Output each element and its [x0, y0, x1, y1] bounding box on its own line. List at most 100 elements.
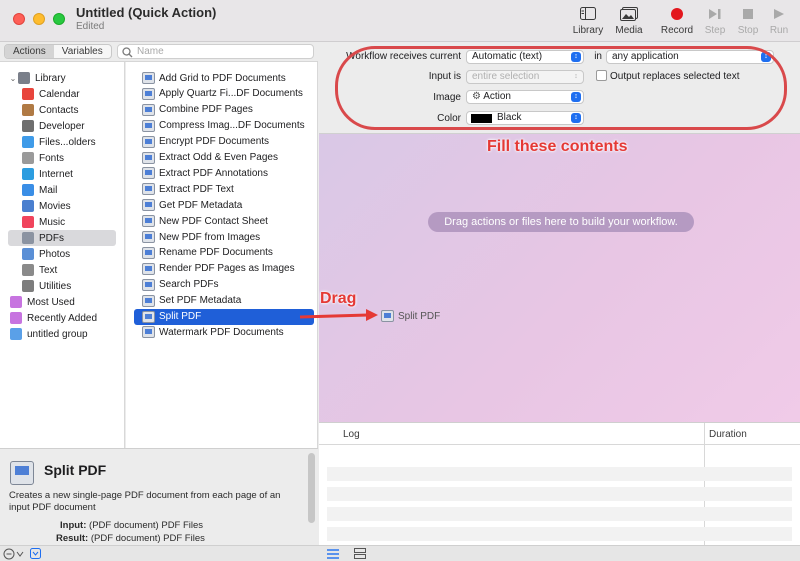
record-toolbar-button[interactable]: Record	[657, 4, 697, 36]
pdf-action-icon	[142, 231, 155, 243]
fonts-icon	[22, 152, 34, 164]
title-bar: Untitled (Quick Action) Edited Library M…	[0, 0, 800, 42]
media-toolbar-button[interactable]: Media	[609, 4, 649, 36]
action-item-combine-pdf-pages[interactable]: Combine PDF Pages	[134, 102, 314, 118]
action-item-label: Set PDF Metadata	[159, 295, 242, 307]
image-value: Action	[483, 91, 511, 102]
log-row	[327, 527, 792, 541]
minimize-window-button[interactable]	[33, 13, 45, 25]
smart-folder-icon	[10, 312, 22, 324]
action-item-label: Extract PDF Annotations	[159, 167, 268, 179]
actions-tab[interactable]: Actions	[5, 45, 54, 58]
input-label: Input:	[60, 520, 87, 531]
action-item-encrypt-pdf-documents[interactable]: Encrypt PDF Documents	[134, 134, 314, 150]
action-item-label: Compress Imag...DF Documents	[159, 120, 305, 132]
duration-column-header[interactable]: Duration	[709, 429, 747, 440]
dragged-action-ghost: Split PDF	[381, 310, 440, 322]
library-item-label: Most Used	[27, 296, 75, 308]
pdf-action-icon	[142, 215, 155, 228]
action-item-label: New PDF from Images	[159, 231, 261, 243]
action-item-label: Watermark PDF Documents	[159, 326, 284, 338]
pdf-action-icon	[142, 167, 155, 180]
action-item-render-pdf-pages-as-images[interactable]: Render PDF Pages as Images	[134, 261, 314, 277]
zoom-window-button[interactable]	[53, 13, 65, 25]
library-item-mail[interactable]: Mail	[0, 182, 125, 198]
search-input[interactable]: Name	[117, 44, 314, 59]
close-window-button[interactable]	[13, 13, 25, 25]
library-item-movies[interactable]: Movies	[0, 198, 125, 214]
library-item-recently-added[interactable]: Recently Added	[0, 310, 125, 326]
application-popup[interactable]: any application ↕	[606, 50, 774, 64]
input-is-popup[interactable]: entire selection ↕	[466, 70, 584, 84]
music-icon	[22, 216, 34, 228]
action-item-new-pdf-contact-sheet[interactable]: New PDF Contact Sheet	[134, 213, 314, 229]
drag-annotation: Drag	[320, 290, 357, 307]
library-item-untitled-group[interactable]: untitled group	[0, 326, 125, 342]
variables-tab[interactable]: Variables	[54, 45, 111, 58]
image-popup[interactable]: ⚙ Action ↕	[466, 90, 584, 104]
image-label: Image	[433, 92, 461, 103]
description-toggle-icon[interactable]	[30, 548, 41, 559]
library-item-photos[interactable]: Photos	[0, 246, 125, 262]
run-toolbar-button[interactable]: Run	[759, 4, 799, 36]
receives-popup[interactable]: Automatic (text) ↕	[466, 50, 584, 64]
receives-label: Workflow receives current	[346, 51, 461, 62]
library-item-internet[interactable]: Internet	[0, 166, 125, 182]
library-icon	[18, 72, 30, 84]
action-item-compress-imag-df-documents[interactable]: Compress Imag...DF Documents	[134, 118, 314, 134]
library-item-label: Fonts	[39, 152, 65, 164]
disclosure-icon[interactable]: ⌄	[8, 74, 18, 83]
workflow-canvas[interactable]	[319, 134, 800, 422]
calendar-icon	[22, 88, 34, 100]
input-is-value: entire selection	[472, 71, 540, 82]
action-item-add-grid-to-pdf-documents[interactable]: Add Grid to PDF Documents	[134, 70, 314, 86]
library-item-label: Contacts	[39, 104, 79, 116]
log-panel: Log Duration	[319, 422, 800, 546]
library-item-utilities[interactable]: Utilities	[0, 278, 125, 294]
library-item-text[interactable]: Text	[0, 262, 125, 278]
description-scrollbar[interactable]	[308, 453, 315, 523]
log-row	[327, 467, 792, 481]
application-value: any application	[612, 51, 679, 62]
output-replaces-checkbox[interactable]	[596, 70, 607, 81]
action-item-extract-pdf-text[interactable]: Extract PDF Text	[134, 181, 314, 197]
action-item-watermark-pdf-documents[interactable]: Watermark PDF Documents	[134, 324, 314, 340]
split-view-icon[interactable]	[354, 548, 366, 559]
action-item-new-pdf-from-images[interactable]: New PDF from Images	[134, 229, 314, 245]
library-item-files-olders[interactable]: Files...olders	[0, 134, 125, 150]
options-menu-icon[interactable]	[3, 548, 25, 560]
pdf-action-icon	[142, 135, 155, 148]
receives-value: Automatic (text)	[472, 51, 543, 62]
action-item-extract-odd-even-pages[interactable]: Extract Odd & Even Pages	[134, 150, 314, 166]
search-placeholder: Name	[137, 46, 164, 57]
color-popup[interactable]: Black ↕	[466, 111, 584, 125]
action-item-get-pdf-metadata[interactable]: Get PDF Metadata	[134, 197, 314, 213]
library-item-most-used[interactable]: Most Used	[0, 294, 125, 310]
library-item-contacts[interactable]: Contacts	[0, 102, 125, 118]
library-item-library[interactable]: ⌄ Library	[0, 70, 125, 86]
action-item-apply-quartz-fi-df-documents[interactable]: Apply Quartz Fi...DF Documents	[134, 86, 314, 102]
pdf-icon	[22, 232, 34, 244]
log-column-header[interactable]: Log	[343, 429, 360, 440]
library-item-developer[interactable]: Developer	[0, 118, 125, 134]
library-item-music[interactable]: Music	[0, 214, 125, 230]
action-item-set-pdf-metadata[interactable]: Set PDF Metadata	[134, 293, 314, 309]
description-result-row: Result: (PDF document) PDF Files	[56, 533, 205, 544]
color-value: Black	[497, 112, 522, 123]
action-item-search-pdfs[interactable]: Search PDFs	[134, 277, 314, 293]
contacts-icon	[22, 104, 34, 116]
library-toolbar-button[interactable]: Library	[568, 4, 608, 36]
library-item-label: PDFs	[39, 232, 64, 244]
action-item-split-pdf[interactable]: Split PDF	[134, 308, 314, 325]
chevron-updown-icon: ↕	[761, 52, 771, 62]
library-item-fonts[interactable]: Fonts	[0, 150, 125, 166]
pdf-action-icon	[381, 310, 394, 322]
chevron-updown-icon: ↕	[571, 113, 581, 123]
action-item-rename-pdf-documents[interactable]: Rename PDF Documents	[134, 245, 314, 261]
pdf-action-icon	[10, 461, 34, 485]
log-row	[327, 487, 792, 501]
list-view-icon[interactable]	[327, 549, 339, 559]
library-item-calendar[interactable]: Calendar	[0, 86, 125, 102]
action-item-extract-pdf-annotations[interactable]: Extract PDF Annotations	[134, 165, 314, 181]
library-item-pdfs[interactable]: PDFs	[8, 230, 116, 246]
